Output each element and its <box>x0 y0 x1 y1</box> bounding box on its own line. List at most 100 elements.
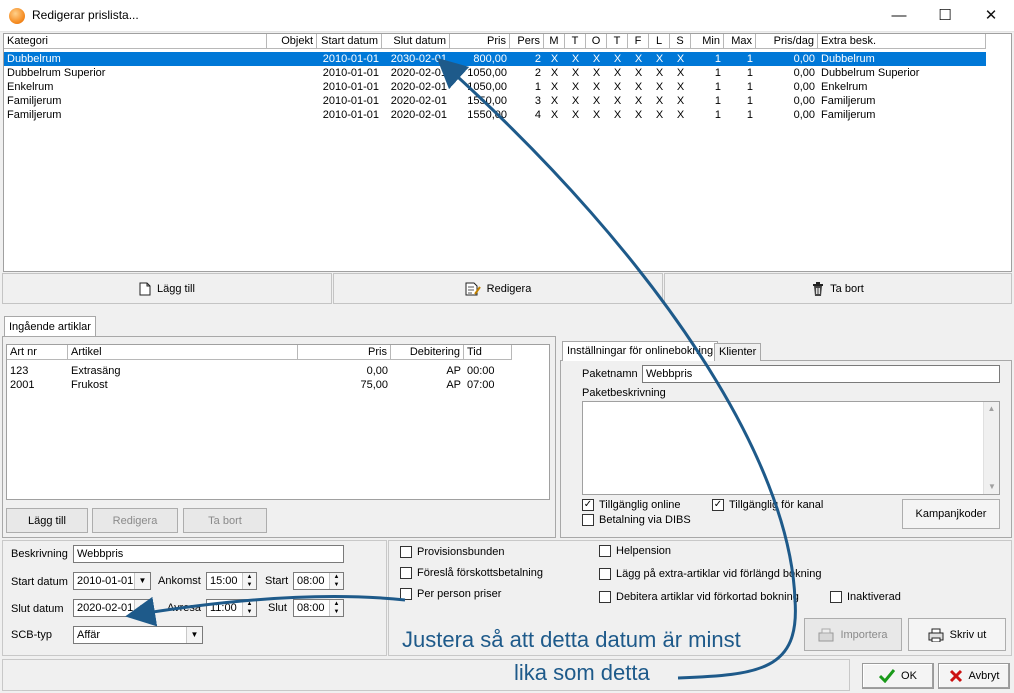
table-row[interactable]: Dubbelrum 2010-01-01 2030-02-01 800,00 2 X X X X… <box>4 52 986 66</box>
textarea-scrollbar[interactable]: ▲ ▼ <box>983 402 999 494</box>
start-datum-picker[interactable]: 2010-01-01 ▼ <box>73 572 151 590</box>
start-datum-value: 2010-01-01 <box>77 575 134 587</box>
avresa-input[interactable]: 11:00 ▲ ▼ <box>206 599 257 617</box>
checkbox-box <box>400 588 412 600</box>
forskott-checkbox[interactable]: Föreslå förskottsbetalning <box>400 567 543 579</box>
col-pris[interactable]: Pris <box>450 34 510 49</box>
col-pers[interactable]: Pers <box>510 34 544 49</box>
debit-articles-label: Debitera artiklar vid förkortad bokning <box>616 591 799 603</box>
import-label: Importera <box>840 628 888 641</box>
col-art-nr[interactable]: Art nr <box>7 345 68 360</box>
maximize-button[interactable]: ☐ <box>922 0 968 32</box>
cell-s: X <box>676 67 685 79</box>
provision-checkbox[interactable]: Provisionsbunden <box>400 546 504 558</box>
start-time-input[interactable]: 08:00 ▲ ▼ <box>293 572 344 590</box>
helpension-checkbox[interactable]: Helpension <box>599 545 671 557</box>
extra-articles-label: Lägg på extra-artiklar vid förlängd bokn… <box>616 568 822 580</box>
cancel-button[interactable]: Avbryt <box>938 663 1010 689</box>
articles-table[interactable]: Art nr Artikel Pris Debitering Tid 123 Ex… <box>6 344 550 500</box>
tab-ingaende-artiklar[interactable]: Ingående artiklar <box>4 316 96 337</box>
inactive-checkbox[interactable]: Inaktiverad <box>830 591 901 603</box>
checkbox-box <box>400 567 412 579</box>
col-f[interactable]: F <box>628 34 649 49</box>
cell-f: X <box>634 109 643 121</box>
paketnamn-input[interactable]: Webbpris <box>642 365 1000 383</box>
col-min[interactable]: Min <box>691 34 724 49</box>
close-button[interactable]: ✕ <box>968 0 1014 32</box>
col-slut-datum[interactable]: Slut datum <box>382 34 450 49</box>
table-row[interactable]: Dubbelrum Superior 2010-01-01 2020-02-01 10… <box>4 66 986 80</box>
checkbox-box <box>830 591 842 603</box>
cell-kategori: Familjerum <box>7 109 62 121</box>
col-pris-dag[interactable]: Pris/dag <box>756 34 818 49</box>
col-tid[interactable]: Tid <box>464 345 512 360</box>
print-label: Skriv ut <box>949 628 987 641</box>
slut-datum-picker[interactable]: 2020-02-01 ▼ <box>73 599 151 617</box>
campaign-codes-button[interactable]: Kampanjkoder <box>902 499 1000 529</box>
spinner-icon[interactable]: ▲ ▼ <box>329 600 343 616</box>
ankomst-input[interactable]: 15:00 ▲ ▼ <box>206 572 257 590</box>
col-kategori[interactable]: Kategori <box>4 34 267 49</box>
table-row[interactable]: Familjerum 2010-01-01 2020-02-01 1550,00 4 X X… <box>4 108 986 122</box>
edit-article-button[interactable]: Redigera <box>92 508 178 533</box>
col-start-datum[interactable]: Start datum <box>317 34 382 49</box>
per-person-checkbox[interactable]: Per person priser <box>400 588 501 600</box>
add-price-button[interactable]: Lägg till <box>2 273 332 304</box>
scroll-down-icon[interactable]: ▼ <box>984 480 1000 494</box>
scroll-up-icon[interactable]: ▲ <box>984 402 999 416</box>
available-channel-checkbox[interactable]: ✓ Tillgänglig för kanal <box>712 499 823 511</box>
scb-typ-select[interactable]: Affär ▼ <box>73 626 203 644</box>
table-row[interactable]: Familjerum 2010-01-01 2020-02-01 1550,00 3 X X… <box>4 94 986 108</box>
col-m[interactable]: M <box>544 34 565 49</box>
edit-document-icon <box>465 282 481 295</box>
available-online-checkbox[interactable]: ✓ Tillgänglig online <box>582 499 681 511</box>
list-item[interactable]: 2001 Frukost 75,00 AP 07:00 <box>7 378 512 392</box>
tab-klienter[interactable]: Klienter <box>714 343 762 361</box>
chevron-down-icon[interactable]: ▼ <box>186 627 202 643</box>
col-extra-besk[interactable]: Extra besk. <box>818 34 986 49</box>
price-list-table[interactable]: Kategori Objekt Start datum Slut datum P… <box>3 33 1012 272</box>
list-item[interactable]: 123 Extrasäng 0,00 AP 00:00 <box>7 364 512 378</box>
dibs-payment-label: Betalning via DIBS <box>599 514 691 526</box>
cell-l: X <box>655 81 664 93</box>
col-s[interactable]: S <box>670 34 691 49</box>
col-art-pris[interactable]: Pris <box>298 345 391 360</box>
window-title: Redigerar prislista... <box>32 8 139 22</box>
start-label: Start <box>265 575 289 587</box>
ok-button[interactable]: OK <box>862 663 934 689</box>
col-l[interactable]: L <box>649 34 670 49</box>
delete-price-button[interactable]: Ta bort <box>664 273 1012 304</box>
col-t2[interactable]: T <box>607 34 628 49</box>
extra-articles-checkbox[interactable]: Lägg på extra-artiklar vid förlängd bokn… <box>599 568 821 580</box>
beskrivning-input[interactable]: Webbpris <box>73 545 344 563</box>
col-artikel[interactable]: Artikel <box>68 345 298 360</box>
dibs-payment-checkbox[interactable]: Betalning via DIBS <box>582 514 691 526</box>
cell-min: 1 <box>714 95 721 107</box>
tab-online-settings[interactable]: Inställningar för onlinebokning <box>562 341 719 361</box>
debit-articles-checkbox[interactable]: Debitera artiklar vid förkortad bokning <box>599 591 799 603</box>
add-article-button[interactable]: Lägg till <box>6 508 88 533</box>
chevron-down-icon[interactable]: ▼ <box>134 573 150 589</box>
cell-min: 1 <box>714 67 721 79</box>
spinner-icon[interactable]: ▲ ▼ <box>242 600 256 616</box>
edit-price-button[interactable]: Redigera <box>333 273 663 304</box>
col-objekt[interactable]: Objekt <box>267 34 317 49</box>
slut-time-input[interactable]: 08:00 ▲ ▼ <box>293 599 344 617</box>
paketbeskrivning-textarea[interactable]: ▲ ▼ <box>582 401 1000 495</box>
col-debitering[interactable]: Debitering <box>391 345 464 360</box>
chevron-down-icon[interactable]: ▼ <box>134 600 150 616</box>
spinner-icon[interactable]: ▲ ▼ <box>329 573 343 589</box>
import-button[interactable]: Importera <box>804 618 902 651</box>
col-max[interactable]: Max <box>724 34 756 49</box>
table-row[interactable]: Enkelrum 2010-01-01 2020-02-01 1050,00 1 X X X X… <box>4 80 986 94</box>
cell-prisdag: 0,00 <box>793 95 815 107</box>
cell-m: X <box>550 53 559 65</box>
slut-datum-label: Slut datum <box>11 603 64 615</box>
col-o[interactable]: O <box>586 34 607 49</box>
minimize-button[interactable]: — <box>876 0 922 32</box>
delete-article-button[interactable]: Ta bort <box>183 508 267 533</box>
print-button[interactable]: Skriv ut <box>908 618 1006 651</box>
spinner-icon[interactable]: ▲ ▼ <box>242 573 256 589</box>
col-t[interactable]: T <box>565 34 586 49</box>
cell-s: X <box>676 81 685 93</box>
